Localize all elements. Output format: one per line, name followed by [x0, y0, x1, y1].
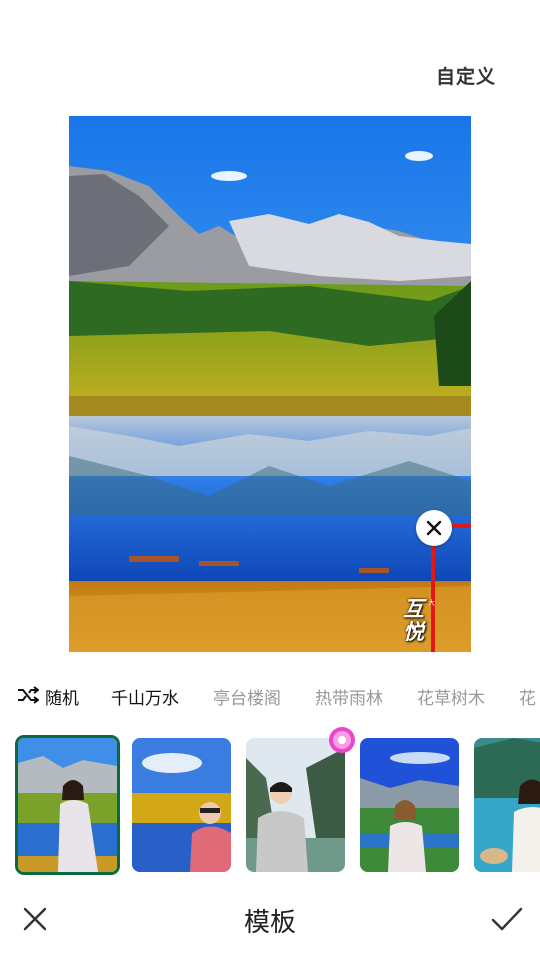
tab-rainforest[interactable]: 热带雨林: [315, 684, 383, 709]
confirm-button[interactable]: [490, 904, 524, 938]
template-thumb-4[interactable]: [360, 738, 459, 872]
close-icon: [426, 520, 442, 536]
sticker-small-text: 大: [428, 599, 435, 607]
flower-badge-icon: [327, 725, 357, 755]
shuffle-icon[interactable]: [17, 685, 40, 709]
template-thumb-2[interactable]: [132, 738, 231, 872]
tab-flowers[interactable]: 花: [519, 684, 536, 709]
template-thumb-5[interactable]: [474, 738, 540, 872]
remove-sticker-button[interactable]: [416, 510, 452, 546]
template-thumb-3[interactable]: [246, 738, 345, 872]
tab-random[interactable]: 随机: [45, 684, 79, 709]
tab-pavilions[interactable]: 亭台楼阁: [213, 684, 281, 709]
check-icon: [491, 907, 523, 931]
custom-button[interactable]: 自定义: [436, 62, 496, 89]
sticker-char: 悦: [403, 620, 424, 644]
tab-mountains-rivers[interactable]: 千山万水: [111, 684, 179, 709]
template-list: [0, 735, 540, 875]
page-title: 模板: [243, 908, 296, 938]
category-tabs: 随机 千山万水 亭台楼阁 热带雨林 花草树木 花: [0, 682, 540, 712]
bottom-bar: 模板: [0, 890, 540, 950]
tab-flowers-trees[interactable]: 花草树木: [417, 684, 485, 709]
preview-image[interactable]: [69, 116, 471, 652]
selection-frame-top: [452, 524, 471, 528]
template-thumb-1[interactable]: [15, 735, 120, 875]
